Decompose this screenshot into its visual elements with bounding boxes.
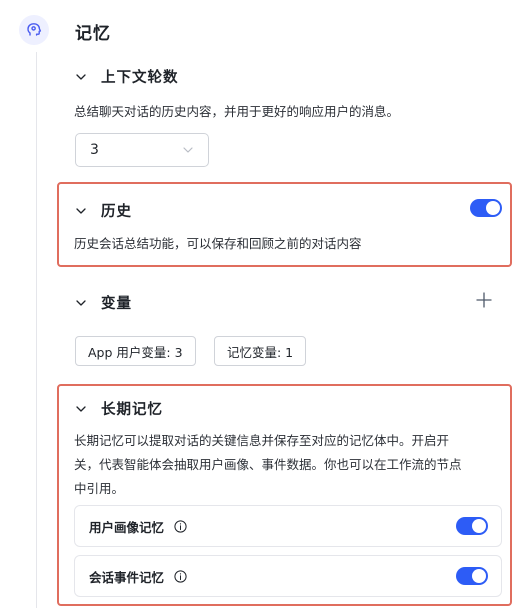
chevron-down-icon[interactable] [75,403,87,415]
user-profile-memory-card: 用户画像记忆 [74,505,502,547]
history-description: 历史会话总结功能，可以保存和回顾之前的对话内容 [74,236,362,251]
timeline-line [36,52,37,608]
history-section-header[interactable]: 历史 [75,200,132,221]
long-term-section-header[interactable]: 长期记忆 [75,398,163,419]
session-event-memory-toggle[interactable] [456,567,488,585]
variables-section-header[interactable]: 变量 [75,292,132,313]
history-section-title: 历史 [101,204,132,220]
chevron-down-icon [183,147,193,153]
long-term-section-title: 长期记忆 [101,402,163,418]
context-description: 总结聊天对话的历史内容，并用于更好的响应用户的消息。 [74,104,400,119]
history-toggle[interactable] [470,199,502,217]
memory-title: 记忆 [75,24,111,44]
context-section-header[interactable]: 上下文轮数 [75,66,179,87]
session-event-memory-card: 会话事件记忆 [74,555,502,597]
app-user-variable-chip[interactable]: App 用户变量: 3 [75,336,196,366]
long-term-description-line-3: 中引用。 [74,481,125,496]
info-icon[interactable] [174,520,187,533]
chevron-down-icon[interactable] [75,297,87,309]
user-profile-memory-label: 用户画像记忆 [89,520,165,535]
long-term-description-line-1: 长期记忆可以提取对话的关键信息并保存至对应的记忆体中。开启开 [74,433,450,448]
long-term-description-line-2: 关，代表智能体会抽取用户画像、事件数据。你也可以在工作流的节点 [74,457,462,472]
select-value: 3 [90,142,99,158]
variables-section-title: 变量 [101,296,132,312]
session-event-memory-label: 会话事件记忆 [89,570,165,585]
info-icon[interactable] [174,570,187,583]
chevron-down-icon[interactable] [75,71,87,83]
context-section-title: 上下文轮数 [101,70,179,86]
chevron-down-icon[interactable] [75,205,87,217]
memory-variable-chip[interactable]: 记忆变量: 1 [214,336,307,366]
memory-icon [19,15,49,45]
user-profile-memory-toggle[interactable] [456,517,488,535]
add-variable-plus-icon[interactable] [474,290,494,310]
context-rounds-select[interactable]: 3 [75,133,209,167]
